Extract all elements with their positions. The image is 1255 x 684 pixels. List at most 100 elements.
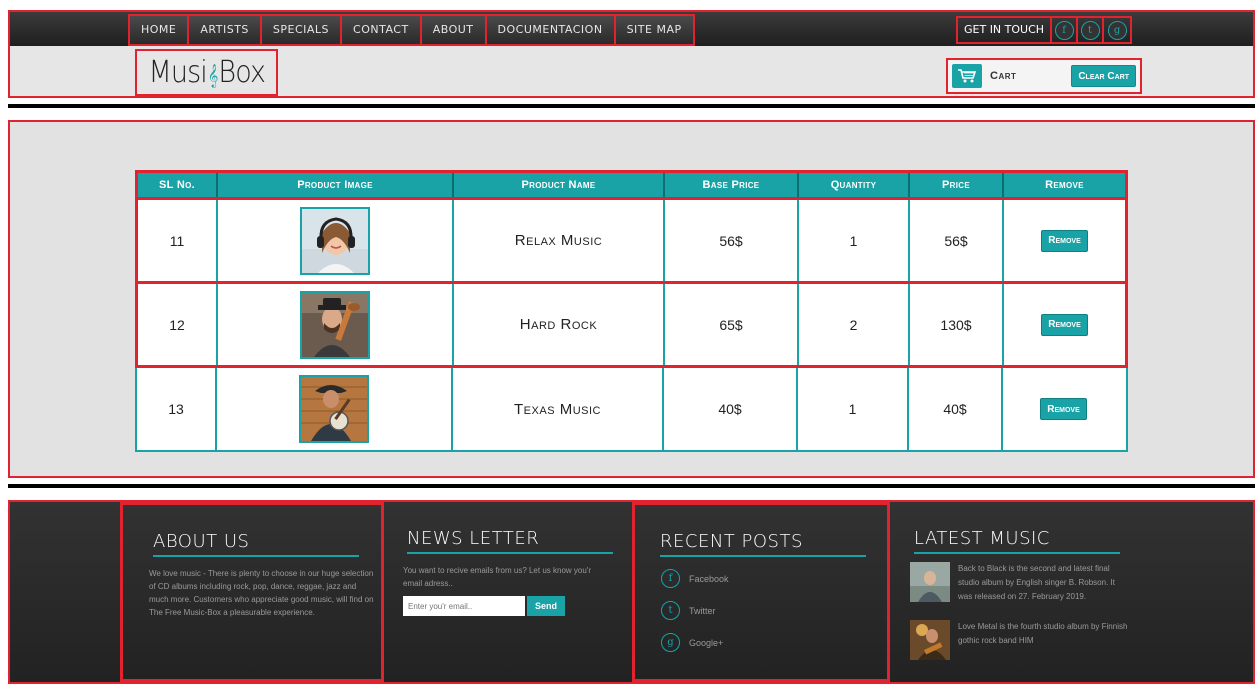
cell-sl: 11: [138, 200, 218, 281]
post-label: Twitter: [689, 605, 716, 616]
site-logo[interactable]: Musi𝄞Box: [135, 49, 278, 96]
recent-posts-underline: [660, 555, 866, 557]
get-in-touch-label: Get in touch: [958, 18, 1053, 42]
about-underline: [153, 555, 359, 557]
header-product-name: Product Name: [454, 173, 665, 197]
facebook-icon: f: [1054, 20, 1074, 40]
nav-contact[interactable]: Contact: [342, 16, 422, 44]
footer-newsletter: News Letter You want to recive emails fr…: [384, 502, 632, 682]
product-thumbnail: [300, 206, 370, 275]
newsletter-text: You want to recive emails from us? Let u…: [403, 566, 591, 588]
music-description: Back to Black is the second and latest f…: [958, 564, 1115, 601]
post-twitter[interactable]: t Twitter: [661, 601, 716, 620]
cell-product-name: Texas Music: [453, 368, 664, 450]
divider-bottom: [8, 484, 1255, 488]
logo-text: Musi𝄞Box: [148, 55, 265, 90]
site-footer: About Us We love music - There is plenty…: [8, 500, 1255, 684]
clear-cart-button[interactable]: Clear Cart: [1071, 65, 1136, 87]
post-facebook[interactable]: f Facebook: [661, 569, 729, 588]
cell-image: [217, 368, 453, 450]
recent-posts-title: Recent Posts: [660, 531, 803, 552]
site-header: Home Artists Specials Contact About Docu…: [8, 10, 1255, 98]
cell-quantity: 1: [798, 368, 909, 450]
product-thumbnail: [300, 290, 370, 359]
cell-remove: Remove: [1004, 284, 1125, 365]
music-item[interactable]: Back to Black is the second and latest f…: [910, 562, 1128, 604]
footer-about: About Us We love music - There is plenty…: [120, 502, 384, 682]
facebook-icon: f: [661, 569, 680, 588]
remove-button[interactable]: Remove: [1041, 313, 1088, 336]
cell-base-price: 40$: [664, 368, 798, 450]
music-item[interactable]: Love Metal is the fourth studio album by…: [910, 620, 1128, 660]
cell-quantity: 1: [799, 200, 910, 281]
footer-latest-music: Latest Music Back to Black is the second…: [890, 502, 1150, 682]
cart-label: Cart: [990, 70, 1017, 82]
get-in-touch: Get in touch f t g: [956, 16, 1133, 44]
latest-music-title: Latest Music: [914, 528, 1050, 549]
cell-sl: 13: [137, 368, 217, 450]
logo-left: Musi: [148, 55, 207, 90]
about-title: About Us: [153, 531, 250, 552]
table-row: 13 Texas Music 40$ 1 40$ Remove: [135, 368, 1128, 452]
remove-button[interactable]: Remove: [1041, 229, 1088, 252]
cell-quantity: 2: [799, 284, 910, 365]
header-base-price: Base Price: [665, 173, 799, 197]
newsletter-form: Send: [403, 596, 566, 616]
header-quantity: Quantity: [799, 173, 910, 197]
post-label: Facebook: [689, 573, 729, 584]
google-plus-icon: g: [1107, 20, 1127, 40]
cart-widget: Cart Clear Cart: [946, 58, 1142, 94]
remove-button[interactable]: Remove: [1040, 398, 1087, 420]
newsletter-send-button[interactable]: Send: [527, 596, 566, 616]
nav-specials[interactable]: Specials: [261, 16, 343, 44]
cell-product-name: Relax Music: [454, 200, 665, 281]
cell-price: 56$: [910, 200, 1004, 281]
google-plus-link[interactable]: g: [1104, 18, 1130, 42]
twitter-link[interactable]: t: [1078, 18, 1105, 42]
clef-icon: 𝄞: [207, 63, 218, 87]
newsletter-title: News Letter: [407, 528, 540, 549]
cart-icon[interactable]: [952, 64, 982, 88]
about-text: We love music - There is plenty to choos…: [149, 569, 374, 617]
header-remove: Remove: [1045, 179, 1084, 191]
product-thumbnail: [299, 375, 369, 443]
post-google-plus[interactable]: g Google+: [661, 633, 723, 652]
google-plus-icon: g: [661, 633, 680, 652]
nav-site-map[interactable]: Site Map: [615, 16, 693, 44]
table-row: 11 Relax Music 56$ 1 56$ Remove: [135, 200, 1128, 284]
nav-documentacion[interactable]: Documentacion: [486, 16, 616, 44]
album-cover: [910, 562, 950, 602]
album-cover: [910, 620, 950, 660]
cart-section: SL No. Product Image Product Name Base P…: [8, 120, 1255, 478]
cell-image: [218, 284, 454, 365]
table-header: SL No. Product Image Product Name Base P…: [135, 170, 1128, 200]
nav-about[interactable]: About: [421, 16, 487, 44]
main-nav: Home Artists Specials Contact About Docu…: [128, 14, 695, 46]
nav-home[interactable]: Home: [130, 16, 190, 44]
twitter-icon: t: [661, 601, 680, 620]
cell-base-price: 65$: [665, 284, 799, 365]
footer-recent-posts: Recent Posts f Facebook t Twitter g Goog…: [632, 502, 890, 682]
post-label: Google+: [689, 637, 724, 648]
header-product-image: Product Image: [218, 173, 454, 197]
music-description: Love Metal is the fourth studio album by…: [958, 622, 1128, 645]
cell-price: 40$: [909, 368, 1003, 450]
cell-remove: Remove: [1003, 368, 1124, 450]
divider-top: [8, 104, 1255, 108]
cell-product-name: Hard Rock: [454, 284, 665, 365]
cell-remove: Remove: [1004, 200, 1125, 281]
logo-right: Box: [218, 55, 266, 90]
header-sl-no: SL No.: [138, 173, 218, 197]
newsletter-underline: [407, 552, 613, 554]
top-bar: Home Artists Specials Contact About Docu…: [10, 12, 1253, 46]
newsletter-email-input[interactable]: [403, 596, 525, 616]
cart-table: SL No. Product Image Product Name Base P…: [135, 170, 1128, 452]
facebook-link[interactable]: f: [1052, 18, 1079, 42]
table-row: 12 Hard Rock 65$ 2 130$ Remove: [135, 284, 1128, 368]
nav-artists[interactable]: Artists: [189, 16, 262, 44]
cell-base-price: 56$: [665, 200, 799, 281]
latest-music-underline: [914, 552, 1120, 554]
twitter-icon: t: [1080, 20, 1100, 40]
cell-image: [218, 200, 454, 281]
cell-sl: 12: [138, 284, 218, 365]
